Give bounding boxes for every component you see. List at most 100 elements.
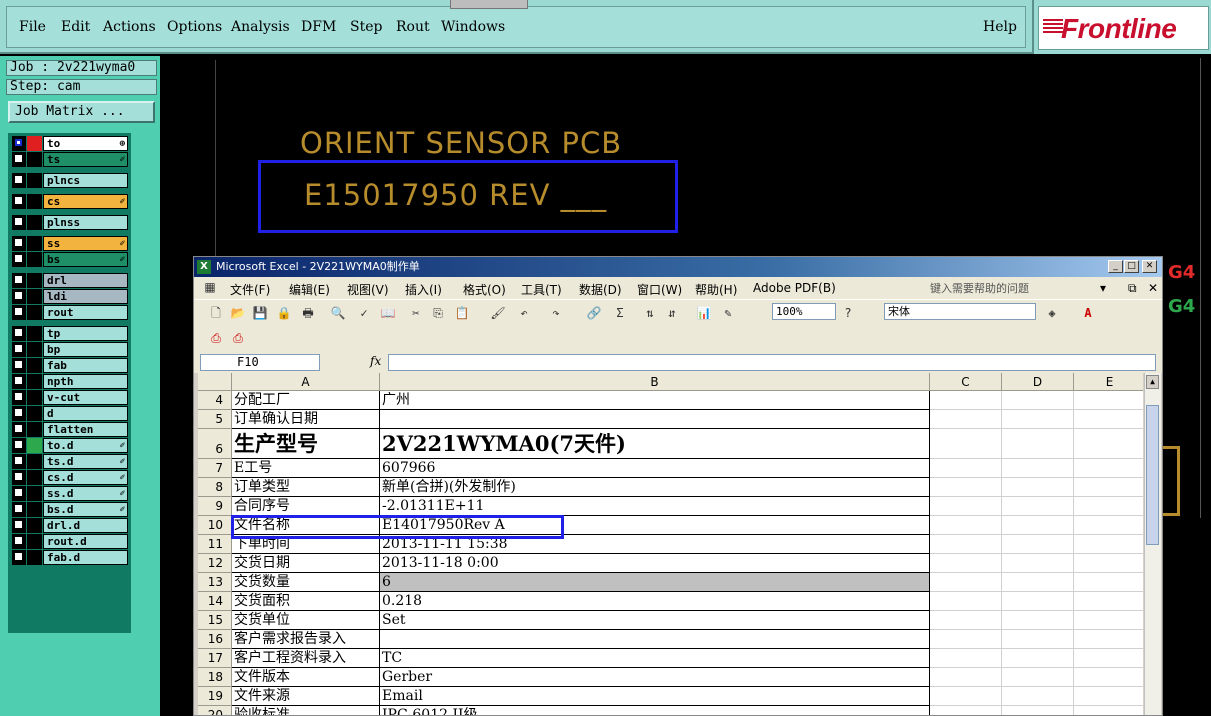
layer-name[interactable]: rout [43,305,128,320]
layer-checkbox[interactable] [12,342,26,357]
cell-empty[interactable] [930,535,1002,554]
print-icon[interactable]: 🖶 [300,305,316,321]
layer-name[interactable]: drl [43,273,128,288]
layer-checkbox[interactable] [12,534,26,549]
layer-name[interactable]: plnss [43,215,128,230]
xl-menu-tools[interactable]: 工具(T) [521,281,562,298]
layer-name[interactable]: bs ✐ [43,252,128,267]
menu-windows[interactable]: Windows [441,19,505,35]
layer-name[interactable]: ts ✐ [43,152,128,167]
cell-empty[interactable] [1002,630,1074,649]
layer-color-swatch[interactable] [27,289,42,304]
layer-color-swatch[interactable] [27,252,42,267]
cell-empty[interactable] [1074,497,1143,516]
cell-field-value[interactable]: Email [380,687,930,706]
chart-wizard-icon[interactable]: 📊 [696,305,712,321]
row-header[interactable]: 7 [198,459,232,478]
excel-window[interactable]: X Microsoft Excel - 2V221WYMA0制作单 _ □ ✕ … [193,256,1163,716]
cell-field-name[interactable]: 交货数量 [232,573,380,592]
cell-empty[interactable] [1002,478,1074,497]
layer-checkbox[interactable] [12,406,26,421]
menu-dfm[interactable]: DFM [301,19,336,35]
pdf-email-icon[interactable]: ⎙ [230,330,246,346]
layer-name[interactable]: drl.d [43,518,128,533]
cell-empty[interactable] [930,497,1002,516]
help-icon[interactable]: ? [840,305,856,321]
copy-icon[interactable]: ⎘ [430,305,446,321]
layer-name[interactable]: plncs [43,173,128,188]
column-header[interactable]: E [1074,373,1143,391]
layer-checkbox[interactable] [12,326,26,341]
layer-color-swatch[interactable] [27,194,42,209]
row-header[interactable]: 15 [198,611,232,630]
close-button[interactable]: ✕ [1142,260,1157,273]
cell-field-value[interactable]: 0.218 [380,592,930,611]
layer-color-swatch[interactable] [27,326,42,341]
formula-input[interactable] [388,354,1156,371]
cell-empty[interactable] [1002,410,1074,429]
cell-empty[interactable] [930,630,1002,649]
cell-empty[interactable] [1074,554,1143,573]
layer-color-swatch[interactable] [27,305,42,320]
row-header[interactable]: 16 [198,630,232,649]
layer-name[interactable]: ss ✐ [43,236,128,251]
cell-empty[interactable] [1074,478,1143,497]
layer-name[interactable]: ss.d ✐ [43,486,128,501]
cell-empty[interactable] [1074,706,1143,715]
workbook-icon[interactable]: ▦ [202,279,218,295]
layer-checkbox[interactable] [12,273,26,288]
layer-checkbox[interactable] [12,305,26,320]
font-color-icon[interactable]: A [1080,305,1096,321]
row-header[interactable]: 20 [198,706,232,715]
layer-name[interactable]: d [43,406,128,421]
layer-color-swatch[interactable] [27,358,42,373]
layer-color-swatch[interactable] [27,534,42,549]
cell-empty[interactable] [1074,535,1143,554]
cell-field-name[interactable]: E工号 [232,459,380,478]
row-header[interactable]: 14 [198,592,232,611]
cell-empty[interactable] [930,687,1002,706]
name-box[interactable]: F10 [200,354,320,371]
layer-checkbox[interactable] [12,486,26,501]
cell-empty[interactable] [1074,573,1143,592]
layer-name[interactable]: fab.d [43,550,128,565]
layer-checkbox[interactable] [12,358,26,373]
layer-checkbox[interactable] [12,194,26,209]
cell-field-value[interactable]: IPC-6012 II级 [380,706,930,715]
menu-step[interactable]: Step [350,19,382,35]
cell-empty[interactable] [1002,706,1074,715]
cell-empty[interactable] [1002,516,1074,535]
cell-empty[interactable] [1074,687,1143,706]
layer-color-swatch[interactable] [27,406,42,421]
cell-field-name[interactable]: 客户需求报告录入 [232,630,380,649]
layer-checkbox[interactable] [12,502,26,517]
layer-checkbox[interactable] [12,236,26,251]
cell-empty[interactable] [1002,687,1074,706]
cell-empty[interactable] [930,592,1002,611]
job-matrix-button[interactable]: Job Matrix ... [8,101,155,123]
help-question-input[interactable]: 键入需要帮助的问题 [930,280,1100,295]
layer-name[interactable]: npth [43,374,128,389]
cell-field-name[interactable]: 交货面积 [232,592,380,611]
cell-field-name[interactable]: 订单确认日期 [232,410,380,429]
layer-color-swatch[interactable] [27,550,42,565]
cell-empty[interactable] [930,706,1002,715]
hyperlink-icon[interactable]: 🔗 [586,305,602,321]
cell-empty[interactable] [930,611,1002,630]
layer-color-swatch[interactable] [27,438,42,453]
layer-name[interactable]: flatten [43,422,128,437]
row-header[interactable]: 13 [198,573,232,592]
cell-empty[interactable] [930,573,1002,592]
cell-field-value[interactable] [380,410,930,429]
layer-color-swatch[interactable] [27,236,42,251]
redo-icon[interactable]: ↷ [548,305,564,321]
cut-icon[interactable]: ✂ [408,305,424,321]
help-dropdown-icon[interactable]: ▾ [1100,281,1106,295]
cell-field-name[interactable]: 交货日期 [232,554,380,573]
scroll-up-icon[interactable]: ▲ [1146,375,1159,389]
cell-empty[interactable] [930,668,1002,687]
cell-field-value[interactable]: 新单(合拼)(外发制作) [380,478,930,497]
cell-empty[interactable] [930,516,1002,535]
xl-menu-adobe-pdf[interactable]: Adobe PDF(B) [753,281,836,295]
cell-empty[interactable] [1074,668,1143,687]
